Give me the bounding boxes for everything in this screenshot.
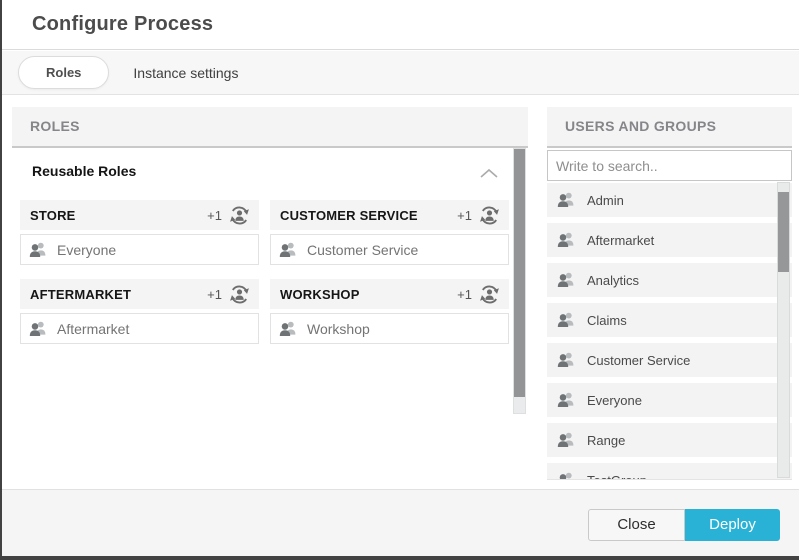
roles-panel-title: ROLES — [12, 107, 528, 148]
list-item-claims[interactable]: Claims — [547, 303, 792, 337]
list-item-label: Range — [587, 433, 625, 448]
role-count-badge: +1 — [207, 287, 222, 302]
list-item-label: Claims — [587, 313, 627, 328]
list-item-analytics[interactable]: Analytics — [547, 263, 792, 297]
list-item-label: Everyone — [587, 393, 642, 408]
user-icon — [557, 472, 574, 480]
close-button[interactable]: Close — [588, 509, 685, 541]
user-icon — [279, 242, 296, 258]
list-item-admin[interactable]: Admin — [547, 183, 792, 217]
chevron-up-icon[interactable] — [479, 167, 499, 179]
configure-process-dialog: Configure Process Roles Instance setting… — [2, 0, 799, 556]
role-card-header[interactable]: CUSTOMER SERVICE +1 — [270, 200, 509, 230]
tab-instance-settings[interactable]: Instance settings — [133, 65, 238, 81]
user-icon — [29, 242, 46, 258]
users-scrollbar-thumb[interactable] — [778, 192, 789, 272]
list-item-label: Analytics — [587, 273, 639, 288]
role-card-customer-service: CUSTOMER SERVICE +1 Customer Service — [270, 200, 509, 266]
deploy-button[interactable]: Deploy — [685, 509, 780, 541]
reusable-role-icon — [478, 283, 501, 306]
user-icon — [557, 352, 574, 368]
list-item-testgroup[interactable]: TestGroup — [547, 463, 792, 480]
user-icon — [29, 321, 46, 337]
list-item-label: Admin — [587, 193, 624, 208]
user-icon — [557, 432, 574, 448]
role-card-aftermarket: AFTERMARKET +1 Aftermarket — [20, 279, 259, 345]
role-member-row[interactable]: Everyone — [20, 234, 259, 265]
users-search-input[interactable] — [547, 150, 792, 181]
list-item-range[interactable]: Range — [547, 423, 792, 457]
list-item-label: TestGroup — [587, 473, 647, 481]
list-item-everyone[interactable]: Everyone — [547, 383, 792, 417]
role-member-label: Everyone — [57, 242, 116, 258]
role-card-workshop: WORKSHOP +1 Workshop — [270, 279, 509, 345]
dialog-header: Configure Process — [2, 0, 799, 50]
reusable-role-icon — [478, 204, 501, 227]
role-card-store: STORE +1 Everyone — [20, 200, 259, 266]
reusable-roles-section-header[interactable]: Reusable Roles — [12, 160, 513, 186]
role-name: STORE — [30, 208, 207, 223]
role-member-row[interactable]: Customer Service — [270, 234, 509, 265]
reusable-roles-label: Reusable Roles — [32, 163, 136, 179]
dialog-title: Configure Process — [32, 13, 213, 36]
page-background: { "dialog": { "title": "Configure Proces… — [0, 0, 799, 560]
role-card-header[interactable]: AFTERMARKET +1 — [20, 279, 259, 309]
tab-bar: Roles Instance settings — [2, 51, 799, 95]
role-name: CUSTOMER SERVICE — [280, 208, 457, 223]
list-item-aftermarket[interactable]: Aftermarket — [547, 223, 792, 257]
user-icon — [557, 232, 574, 248]
role-member-row[interactable]: Aftermarket — [20, 313, 259, 344]
role-member-label: Workshop — [307, 321, 370, 337]
reusable-role-icon — [228, 283, 251, 306]
role-card-header[interactable]: WORKSHOP +1 — [270, 279, 509, 309]
list-item-label: Aftermarket — [587, 233, 654, 248]
role-count-badge: +1 — [457, 287, 472, 302]
roles-scrollbar[interactable] — [513, 148, 526, 414]
users-and-groups-list: Admin Aftermarket Analytics Claims Custo… — [547, 181, 792, 480]
role-member-label: Customer Service — [307, 242, 418, 258]
list-item-label: Customer Service — [587, 353, 690, 368]
user-icon — [557, 192, 574, 208]
role-member-row[interactable]: Workshop — [270, 313, 509, 344]
role-count-badge: +1 — [457, 208, 472, 223]
users-panel-title: USERS AND GROUPS — [547, 107, 792, 148]
role-count-badge: +1 — [207, 208, 222, 223]
role-member-label: Aftermarket — [57, 321, 129, 337]
user-icon — [279, 321, 296, 337]
user-icon — [557, 312, 574, 328]
role-card-header[interactable]: STORE +1 — [20, 200, 259, 230]
user-icon — [557, 272, 574, 288]
roles-scrollbar-thumb[interactable] — [514, 149, 525, 397]
role-name: AFTERMARKET — [30, 287, 207, 302]
reusable-role-icon — [228, 204, 251, 227]
tab-roles[interactable]: Roles — [18, 56, 109, 89]
list-item-customer-service[interactable]: Customer Service — [547, 343, 792, 377]
role-name: WORKSHOP — [280, 287, 457, 302]
user-icon — [557, 392, 574, 408]
users-scrollbar[interactable] — [777, 182, 790, 478]
dialog-footer: Close Deploy — [2, 489, 799, 556]
